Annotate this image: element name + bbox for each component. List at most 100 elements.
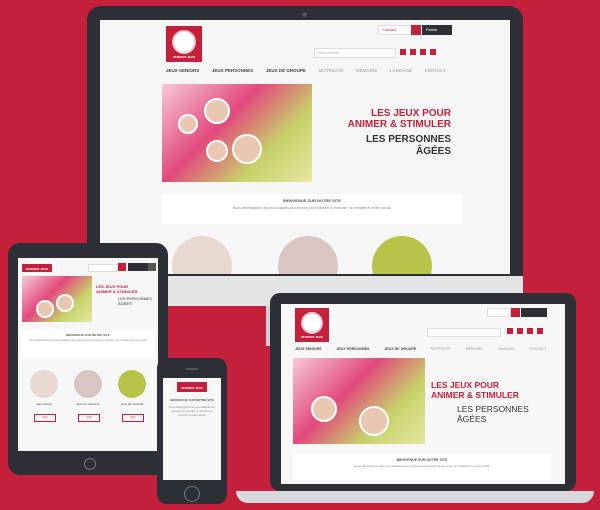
cart-button[interactable]: Panier — [422, 25, 452, 35]
search-input[interactable] — [427, 328, 501, 337]
search-input[interactable]: Rechercher — [314, 48, 396, 58]
senior-face — [311, 396, 337, 422]
nav-item[interactable]: JEUX DE GROUPE — [266, 68, 306, 73]
hero-image — [293, 358, 425, 444]
social-icon-2[interactable] — [410, 49, 416, 55]
social-icon-3[interactable] — [527, 328, 533, 334]
senior-face — [56, 294, 74, 312]
senior-face — [178, 114, 198, 134]
hero-sub-line: ÂGÉES — [415, 146, 451, 157]
desktop-screen: SENIORS JEUX Contact Panier Rechercher J… — [100, 20, 510, 274]
social-icon-4[interactable] — [430, 49, 436, 55]
senior-face — [232, 134, 262, 164]
welcome-title: BIENVENUE SUR NOTRE SITE — [170, 398, 214, 402]
hero-sub-line: ÂGÉES — [457, 414, 487, 424]
main-nav: JEUX SENIORS JEUX PERSONNES JEUX DE GROU… — [295, 347, 547, 351]
hero-sub-line: ÂGÉES — [118, 301, 132, 306]
nav-item[interactable]: JEUX SENIORS — [166, 68, 199, 73]
cart-icon[interactable] — [118, 263, 126, 271]
hero-title-line: LES JEUX POUR — [431, 380, 500, 390]
nav-item[interactable]: JEUX PERSONNES — [336, 347, 369, 351]
category-thumb-1[interactable] — [172, 236, 232, 274]
hero-title-line: LES JEUX POUR — [370, 108, 451, 119]
tablet-home-button[interactable] — [84, 458, 96, 470]
site-logo[interactable]: SENIORS JEUX — [177, 382, 207, 392]
hero-title-line: ANIMER & STIMULER — [96, 289, 138, 294]
phone-home-button[interactable] — [184, 486, 200, 502]
hero-image — [162, 84, 312, 182]
category-thumb-3[interactable] — [372, 236, 432, 274]
welcome-box: BIENVENUE SUR NOTRE SITE Nous développon… — [293, 454, 551, 480]
hero-title: LES JEUX POUR ANIMER & STIMULER — [326, 108, 451, 130]
contact-link-box[interactable] — [487, 308, 511, 317]
monitor-camera — [302, 12, 307, 17]
hero-sub-line: LES PERSONNES — [365, 134, 451, 145]
category-thumb-2[interactable] — [278, 236, 338, 274]
logo-text: SENIORS JEUX — [172, 54, 196, 59]
logo-emblem — [172, 29, 196, 54]
cart-button[interactable] — [521, 308, 547, 317]
nav-item[interactable]: MÉMOIRE — [466, 347, 483, 351]
welcome-title: BIENVENUE SUR NOTRE SITE — [66, 333, 110, 337]
hero-title: LES JEUX POUR ANIMER & STIMULER — [96, 284, 137, 294]
nav-item[interactable]: MOTRICITÉ — [431, 347, 451, 351]
nav-item[interactable]: LANGAGE — [390, 68, 412, 73]
hero-subtitle: LES PERSONNES ÂGÉES — [457, 404, 529, 424]
social-icon-1[interactable] — [507, 328, 513, 334]
welcome-box: BIENVENUE SUR NOTRE SITE Nous développon… — [22, 330, 154, 358]
nav-item[interactable]: CONTACT — [425, 68, 446, 73]
welcome-title: BIENVENUE SUR NOTRE SITE — [282, 198, 341, 203]
logo-text: SENIORS JEUX — [25, 266, 49, 271]
phone-speaker — [186, 368, 198, 370]
hero-title: LES JEUX POUR ANIMER & STIMULER — [431, 380, 519, 400]
category-button[interactable]: Voir — [122, 414, 144, 422]
phone-screen: SENIORS JEUX BIENVENUE SUR NOTRE SITE No… — [163, 378, 221, 480]
nav-item[interactable]: MÉMOIRE — [356, 68, 378, 73]
category-thumb-2[interactable] — [74, 370, 102, 398]
cart-icon[interactable] — [511, 308, 520, 317]
welcome-title: BIENVENUE SUR NOTRE SITE — [396, 458, 448, 462]
menu-icon[interactable] — [148, 263, 156, 271]
welcome-text: Nous développons des jeux adaptés aux se… — [29, 339, 147, 342]
laptop-screen: SENIORS JEUX JEUX SENIORS JEUX PERSONNES… — [281, 304, 565, 484]
hero-title-line: ANIMER & STIMULER — [347, 119, 451, 130]
senior-face — [36, 300, 54, 318]
senior-face — [204, 98, 230, 124]
category-button[interactable]: Voir — [34, 414, 56, 422]
category-button[interactable]: Voir — [78, 414, 100, 422]
nav-item[interactable]: JEUX DE GROUPE — [384, 347, 416, 351]
hero-subtitle: LES PERSONNES ÂGÉES — [118, 296, 152, 306]
welcome-text: Nous développons des jeux adaptés aux se… — [232, 206, 392, 210]
logo-emblem — [301, 311, 323, 334]
logo-text: SENIORS JEUX — [300, 334, 324, 339]
nav-item[interactable]: JEUX PERSONNES — [212, 68, 253, 73]
category-label: Jeux de motricité — [120, 402, 144, 406]
nav-item[interactable]: LANGAGE — [498, 347, 515, 351]
senior-face — [359, 406, 389, 436]
site-logo[interactable]: SENIORS JEUX — [295, 308, 329, 342]
welcome-text: Nous développons des jeux adaptés aux se… — [354, 464, 490, 468]
category-thumb-3[interactable] — [118, 370, 146, 398]
search-placeholder: Rechercher — [318, 50, 339, 55]
cart-button[interactable] — [128, 263, 148, 271]
welcome-text: Nous développons des jeux adaptés aux se… — [168, 406, 216, 417]
category-label: Jeux d'éveil — [36, 402, 52, 406]
social-icon-2[interactable] — [517, 328, 523, 334]
nav-item[interactable]: CONTACT — [530, 347, 547, 351]
nav-item[interactable]: MOTRICITÉ — [319, 68, 344, 73]
category-thumb-1[interactable] — [30, 370, 58, 398]
cart-label: Panier — [426, 27, 438, 32]
contact-link-box[interactable]: Contact — [378, 25, 412, 35]
welcome-box: BIENVENUE SUR NOTRE SITE Nous développon… — [162, 194, 462, 224]
site-logo[interactable]: SENIORS JEUX — [22, 264, 52, 272]
hero-image — [22, 276, 92, 322]
social-icon-4[interactable] — [537, 328, 543, 334]
nav-item[interactable]: JEUX SENIORS — [295, 347, 322, 351]
social-icon-1[interactable] — [400, 49, 406, 55]
category-label: Jeux de mémoire — [76, 402, 100, 406]
tablet-screen: SENIORS JEUX LES JEUX POUR ANIMER & STIM… — [18, 258, 158, 451]
social-icon-3[interactable] — [420, 49, 426, 55]
site-logo[interactable]: SENIORS JEUX — [166, 26, 202, 62]
search-input[interactable] — [88, 264, 118, 272]
cart-icon[interactable] — [411, 25, 421, 35]
